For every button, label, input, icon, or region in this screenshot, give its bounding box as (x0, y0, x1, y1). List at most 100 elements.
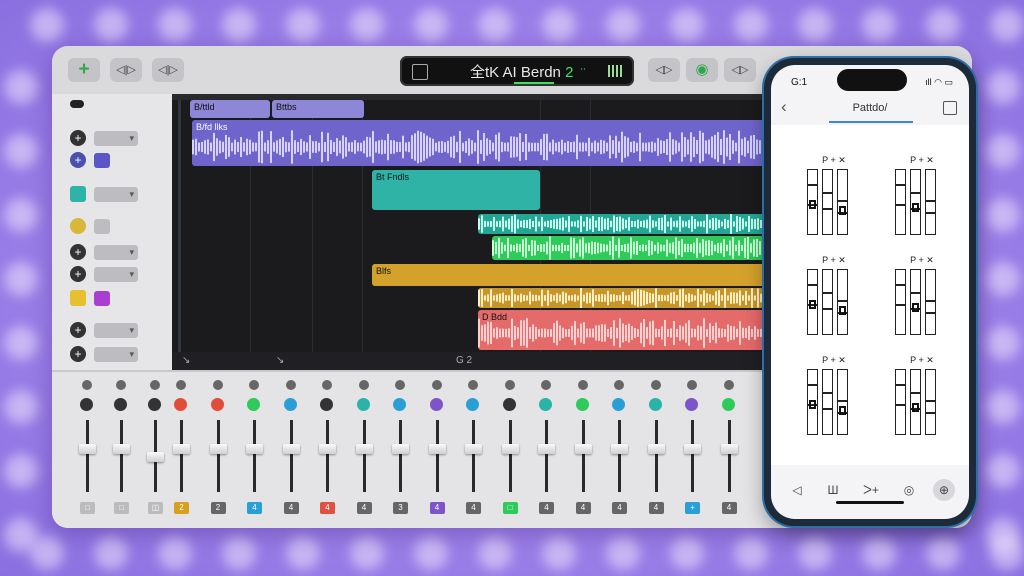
pan-knob-icon[interactable] (285, 380, 296, 390)
pan-knob-icon[interactable] (176, 380, 186, 390)
channel-chip[interactable]: 4 (612, 502, 627, 514)
channel-chip[interactable]: 4 (356, 502, 372, 514)
volume-fader[interactable] (113, 444, 130, 454)
send-knob-icon[interactable] (575, 398, 589, 411)
midi-region[interactable]: Bt Fndls (372, 170, 540, 210)
track-color-chip[interactable] (94, 291, 110, 306)
pan-knob-icon[interactable] (723, 380, 734, 390)
pan-knob-icon[interactable] (541, 380, 551, 390)
channel-chip[interactable]: 4 (721, 502, 737, 514)
volume-fader[interactable] (147, 452, 164, 462)
pan-knob-icon[interactable] (322, 380, 332, 390)
marker-icon[interactable]: ↘ (182, 355, 190, 366)
tab-forward-icon[interactable]: ᐳ+ (859, 481, 883, 499)
volume-fader[interactable] (282, 444, 300, 454)
volume-fader[interactable] (611, 444, 628, 454)
track-volume-pill[interactable]: ▾ (94, 131, 138, 146)
pan-knob-icon[interactable] (577, 380, 588, 390)
send-knob-icon[interactable] (174, 398, 187, 411)
channel-chip[interactable]: 4 (320, 502, 335, 514)
add-circle-icon[interactable]: + (70, 244, 86, 260)
channel-chip[interactable]: 4 (466, 502, 481, 514)
tab-settings-icon[interactable]: ⊕ (933, 479, 955, 501)
track-color-chip[interactable] (94, 219, 110, 234)
send-knob-icon[interactable] (356, 398, 370, 411)
volume-fader[interactable] (501, 444, 519, 454)
share-icon[interactable] (943, 101, 957, 115)
track-volume-pill[interactable]: ▾ (94, 323, 138, 338)
channel-chip[interactable]: 4 (283, 502, 299, 514)
send-knob-icon[interactable] (466, 398, 479, 411)
send-knob-icon[interactable] (148, 398, 161, 411)
marker-label[interactable]: G 2 (456, 355, 472, 366)
volume-fader[interactable] (574, 444, 592, 454)
channel-chip[interactable]: 2 (210, 502, 226, 514)
send-knob-icon[interactable] (429, 398, 443, 411)
playhead[interactable] (178, 100, 181, 352)
pattern-cell[interactable]: P + ✕ (887, 355, 957, 445)
add-circle-icon[interactable]: + (70, 322, 86, 338)
pan-knob-icon[interactable] (116, 380, 126, 390)
channel-chip[interactable]: 4 (429, 502, 445, 514)
snap-button[interactable]: ◁|▷ (152, 58, 184, 82)
send-knob-icon[interactable] (648, 398, 662, 411)
channel-chip[interactable]: 4 (575, 502, 591, 514)
pan-knob-icon[interactable] (504, 380, 515, 390)
volume-fader[interactable] (319, 444, 336, 454)
volume-fader[interactable] (684, 444, 701, 454)
pan-knob-icon[interactable] (395, 380, 405, 390)
add-circle-icon[interactable]: + (70, 346, 86, 362)
track-volume-pill[interactable]: ▾ (94, 187, 138, 202)
volume-fader[interactable] (173, 444, 190, 454)
send-knob-icon[interactable] (612, 398, 625, 411)
channel-chip[interactable]: + (685, 502, 700, 514)
channel-chip[interactable]: 4 (648, 502, 664, 514)
pan-knob-icon[interactable] (431, 380, 442, 390)
volume-fader[interactable] (392, 444, 409, 454)
volume-fader[interactable] (465, 444, 482, 454)
add-circle-icon[interactable]: + (70, 130, 86, 146)
track-volume-pill[interactable]: ▾ (94, 347, 138, 362)
send-knob-icon[interactable] (320, 398, 333, 411)
pattern-cell[interactable]: P + ✕ (799, 255, 869, 345)
track-volume-pill[interactable]: ▾ (94, 245, 138, 260)
tab-back-icon[interactable]: ◁ (785, 481, 809, 499)
pattern-cell[interactable]: P + ✕ (887, 255, 957, 345)
volume-fader[interactable] (538, 444, 555, 454)
send-knob-icon[interactable] (283, 398, 297, 411)
track-color-chip[interactable] (94, 153, 110, 168)
volume-fader[interactable] (246, 444, 263, 454)
pan-knob-icon[interactable] (650, 380, 661, 390)
send-knob-icon[interactable] (685, 398, 698, 411)
volume-fader[interactable] (79, 444, 96, 454)
tab-mixer-icon[interactable]: Ш (821, 481, 845, 499)
record-button[interactable]: ◉ (686, 58, 718, 82)
add-track-button[interactable]: + (68, 58, 100, 82)
send-knob-icon[interactable] (114, 398, 127, 411)
channel-chip[interactable]: 4 (247, 502, 262, 514)
pan-knob-icon[interactable] (82, 380, 92, 390)
volume-fader[interactable] (355, 444, 373, 454)
pan-knob-icon[interactable] (150, 380, 160, 390)
send-knob-icon[interactable] (247, 398, 260, 411)
pattern-cell[interactable]: P + ✕ (799, 355, 869, 445)
split-button[interactable]: ◁|▷ (110, 58, 142, 82)
channel-chip[interactable]: 4 (539, 502, 554, 514)
pan-knob-icon[interactable] (614, 380, 624, 390)
pan-knob-icon[interactable] (249, 380, 259, 390)
send-knob-icon[interactable] (502, 398, 516, 411)
audio-region[interactable]: Bttbs (272, 100, 364, 118)
channel-chip[interactable]: 2 (174, 502, 189, 514)
pattern-cell[interactable]: P + ✕ (887, 155, 957, 245)
channel-chip[interactable]: □ (80, 502, 95, 514)
pan-knob-icon[interactable] (358, 380, 369, 390)
collapse-icon[interactable] (70, 100, 84, 108)
tab-record-icon[interactable]: ◎ (897, 481, 921, 499)
channel-chip[interactable]: □ (114, 502, 129, 514)
metronome-button[interactable]: ◁▷ (724, 58, 756, 82)
channel-chip[interactable]: □ (502, 502, 518, 514)
add-circle-icon[interactable]: + (70, 152, 86, 168)
volume-fader[interactable] (647, 444, 665, 454)
audio-region[interactable]: B/ttld (190, 100, 270, 118)
track-volume-pill[interactable]: ▾ (94, 267, 138, 282)
